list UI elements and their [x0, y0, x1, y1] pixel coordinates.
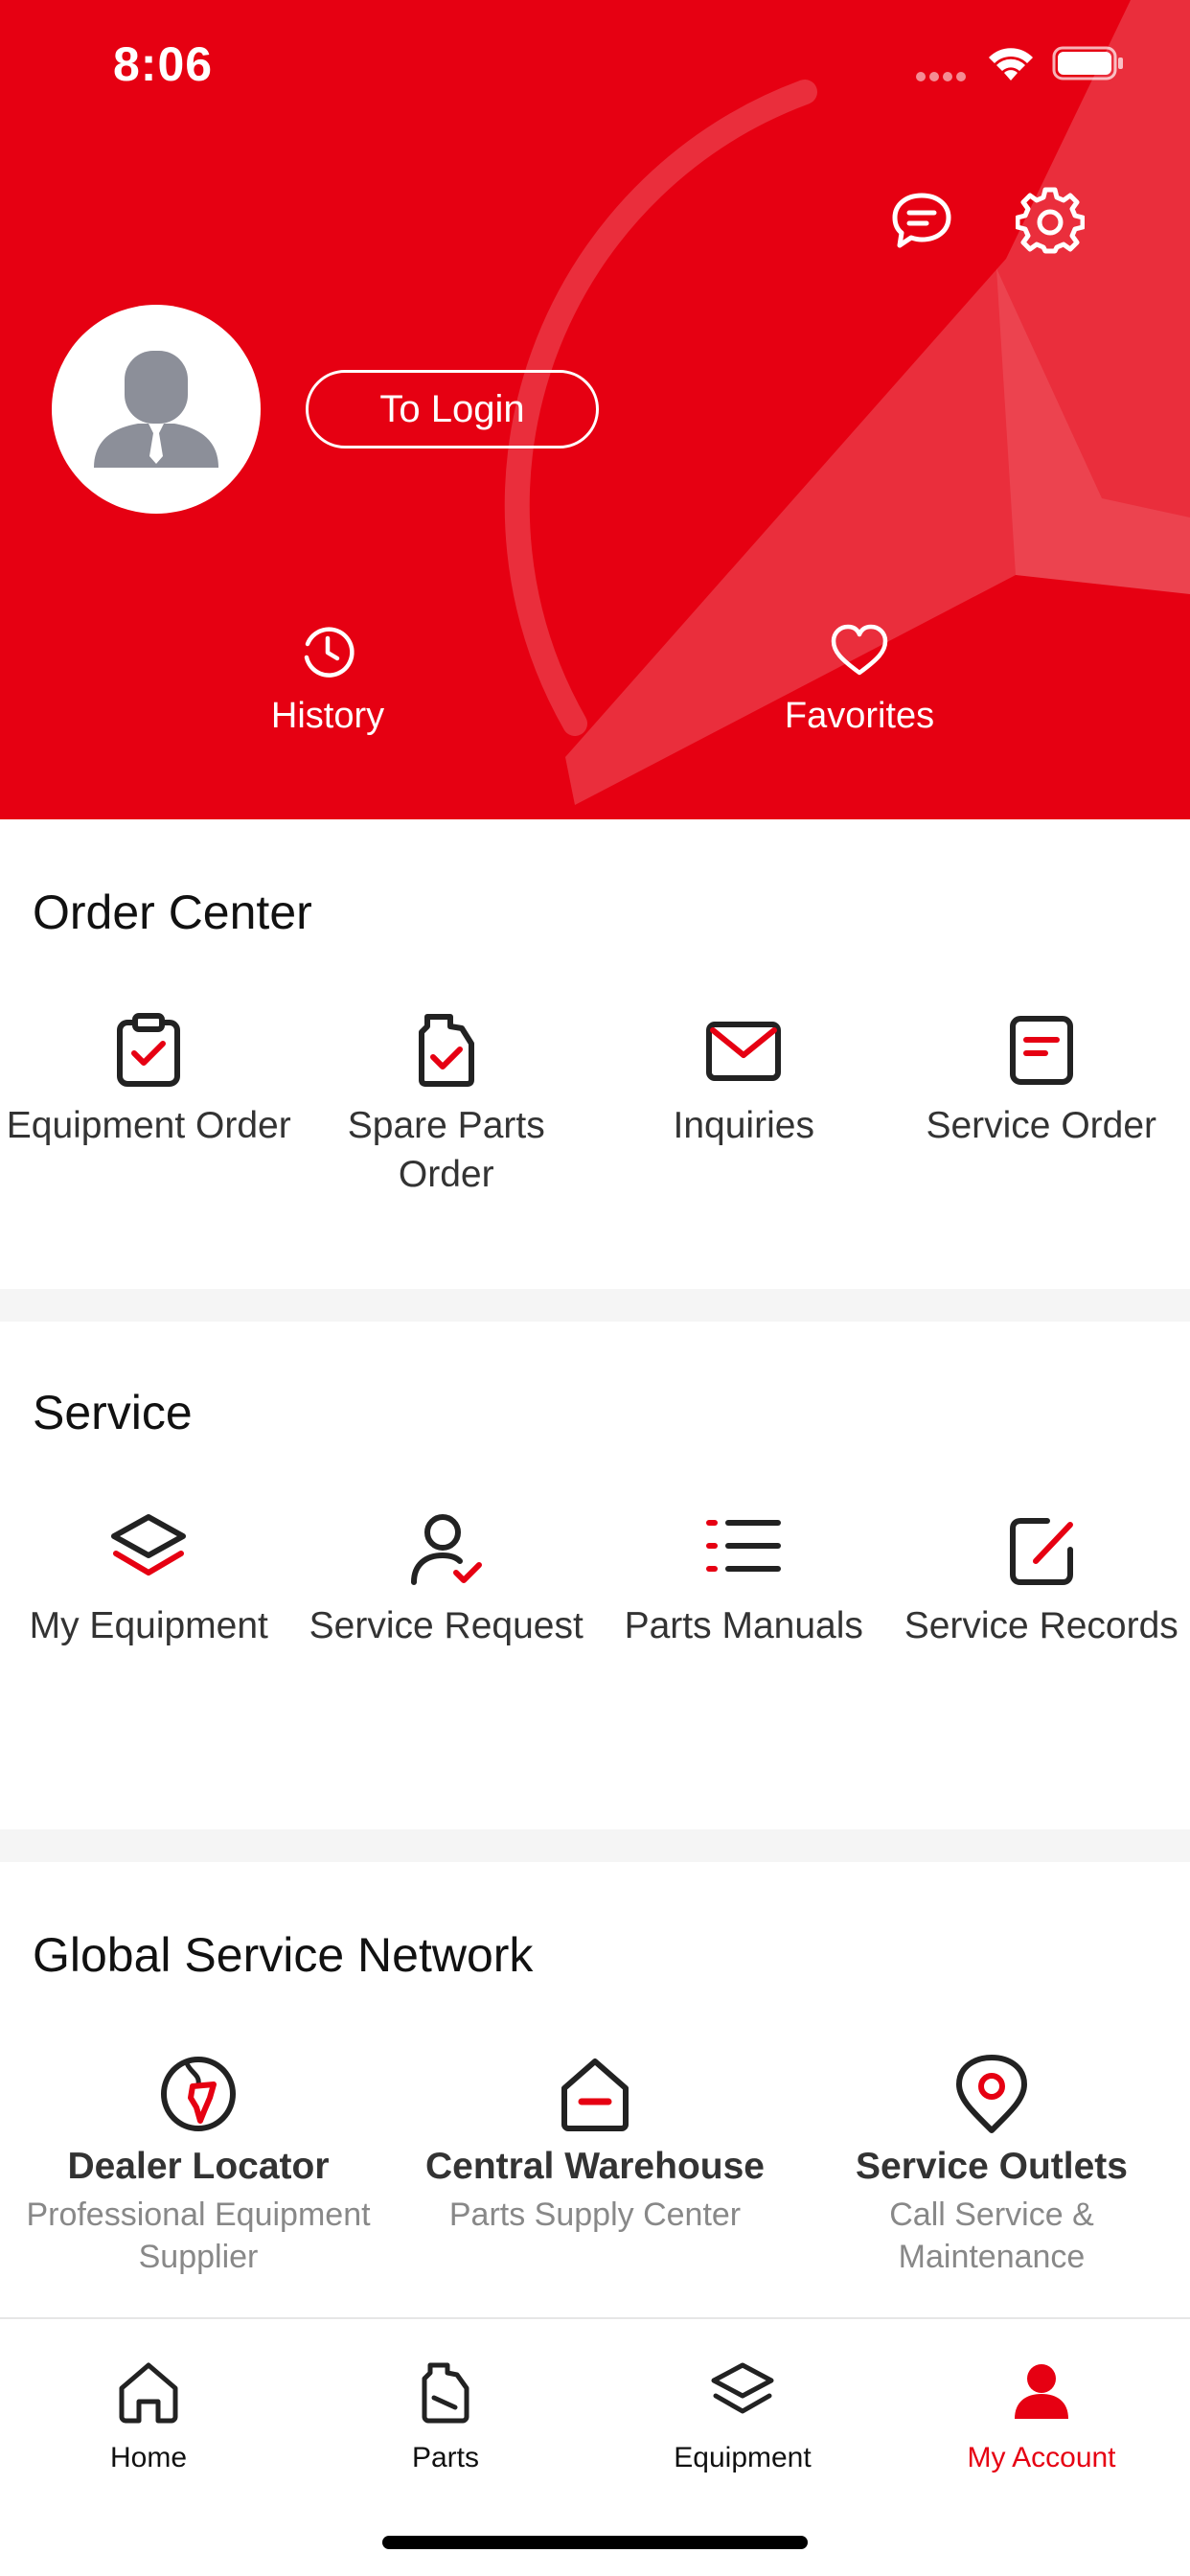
tab-equipment-label: Equipment [674, 2442, 812, 2473]
location-pin-icon [956, 2055, 1027, 2133]
network-grid: Dealer Locator Professional Equipment Su… [0, 2054, 1190, 2278]
tab-parts[interactable]: Parts [297, 2359, 594, 2474]
list-icon [706, 1520, 782, 1572]
my-equipment-button[interactable]: My Equipment [0, 1511, 298, 1650]
central-warehouse-subtitle: Parts Supply Center [448, 2196, 742, 2233]
layers-icon [111, 1514, 187, 1576]
cellular-signal-icon [916, 72, 966, 81]
service-request-label: Service Request [309, 1605, 584, 1646]
battery-icon [1052, 46, 1123, 80]
tab-my-account[interactable]: My Account [893, 2359, 1190, 2474]
parts-manuals-label: Parts Manuals [624, 1605, 863, 1646]
dealer-locator-title: Dealer Locator [67, 2146, 330, 2187]
service-title: Service [33, 1386, 193, 1439]
home-indicator [382, 2536, 808, 2549]
service-outlets-button[interactable]: Service Outlets Call Service & Maintenan… [793, 2054, 1190, 2278]
spare-parts-order-label: Spare Parts Order [347, 1105, 545, 1195]
favorites-label: Favorites [784, 696, 935, 736]
tab-parts-label: Parts [411, 2442, 480, 2473]
tab-my-account-label: My Account [967, 2442, 1116, 2473]
central-warehouse-title: Central Warehouse [425, 2146, 765, 2187]
oil-can-check-icon [418, 1014, 474, 1087]
avatar[interactable] [52, 305, 261, 514]
chat-bubble-icon [892, 193, 951, 248]
login-button[interactable]: To Login [306, 370, 599, 448]
home-icon [119, 2362, 178, 2424]
dealer-locator-subtitle: Professional Equipment Supplier [26, 2196, 371, 2275]
parts-icon [422, 2362, 469, 2424]
inquiries-button[interactable]: Inquiries [595, 1011, 893, 1199]
tab-home-label: Home [109, 2442, 188, 2473]
tab-home[interactable]: Home [0, 2359, 297, 2474]
settings-button[interactable] [1015, 186, 1086, 254]
gear-icon [1015, 187, 1086, 254]
status-time: 8:06 [113, 37, 214, 91]
service-order-button[interactable]: Service Order [893, 1011, 1190, 1199]
warehouse-icon [561, 2058, 629, 2131]
edit-icon [1009, 1518, 1073, 1585]
login-button-label: To Login [379, 387, 525, 430]
message-button[interactable] [888, 188, 955, 255]
equipment-order-button[interactable]: Equipment Order [0, 1011, 298, 1199]
service-order-label: Service Order [926, 1105, 1157, 1146]
form-icon [1009, 1016, 1073, 1085]
favorites-button[interactable]: Favorites [716, 623, 1003, 737]
my-equipment-label: My Equipment [29, 1605, 268, 1646]
order-center-section: Order Center Equipment Order Spare Parts… [0, 819, 1190, 1289]
central-warehouse-button[interactable]: Central Warehouse Parts Supply Center [397, 2054, 793, 2278]
network-title: Global Service Network [33, 1928, 534, 1982]
service-section: Service My Equipment Service Request Par… [0, 1322, 1190, 1829]
section-divider [0, 1829, 1190, 1862]
envelope-icon [706, 1022, 782, 1081]
history-button[interactable]: History [184, 623, 471, 737]
profile-header: 8:06 To Login History Favorites [0, 0, 1190, 819]
dealer-locator-button[interactable]: Dealer Locator Professional Equipment Su… [0, 2054, 397, 2278]
user-check-icon [410, 1514, 482, 1585]
globe-icon [161, 2057, 236, 2131]
order-center-title: Order Center [33, 886, 312, 939]
history-label: History [270, 696, 385, 736]
network-section: Global Service Network Dealer Locator Pr… [0, 1862, 1190, 2317]
equipment-order-label: Equipment Order [6, 1105, 291, 1146]
service-outlets-subtitle: Call Service & Maintenance [889, 2196, 1094, 2275]
service-request-button[interactable]: Service Request [298, 1511, 596, 1650]
person-placeholder-icon [94, 351, 218, 468]
tab-equipment[interactable]: Equipment [594, 2359, 891, 2474]
parts-manuals-button[interactable]: Parts Manuals [595, 1511, 893, 1650]
person-icon [1015, 2364, 1068, 2419]
service-records-button[interactable]: Service Records [893, 1511, 1190, 1650]
wifi-icon [989, 48, 1033, 80]
service-grid: My Equipment Service Request Parts Manua… [0, 1511, 1190, 1650]
order-center-grid: Equipment Order Spare Parts Order Inquir… [0, 1011, 1190, 1199]
status-bar: 8:06 [0, 0, 1190, 126]
layers-icon [711, 2362, 774, 2414]
section-divider [0, 1289, 1190, 1322]
service-outlets-title: Service Outlets [856, 2146, 1128, 2187]
service-records-label: Service Records [904, 1605, 1179, 1646]
clock-history-icon [304, 627, 355, 678]
clipboard-check-icon [117, 1013, 181, 1087]
spare-parts-order-button[interactable]: Spare Parts Order [298, 1011, 596, 1199]
inquiries-label: Inquiries [673, 1105, 814, 1146]
heart-icon [831, 624, 888, 676]
